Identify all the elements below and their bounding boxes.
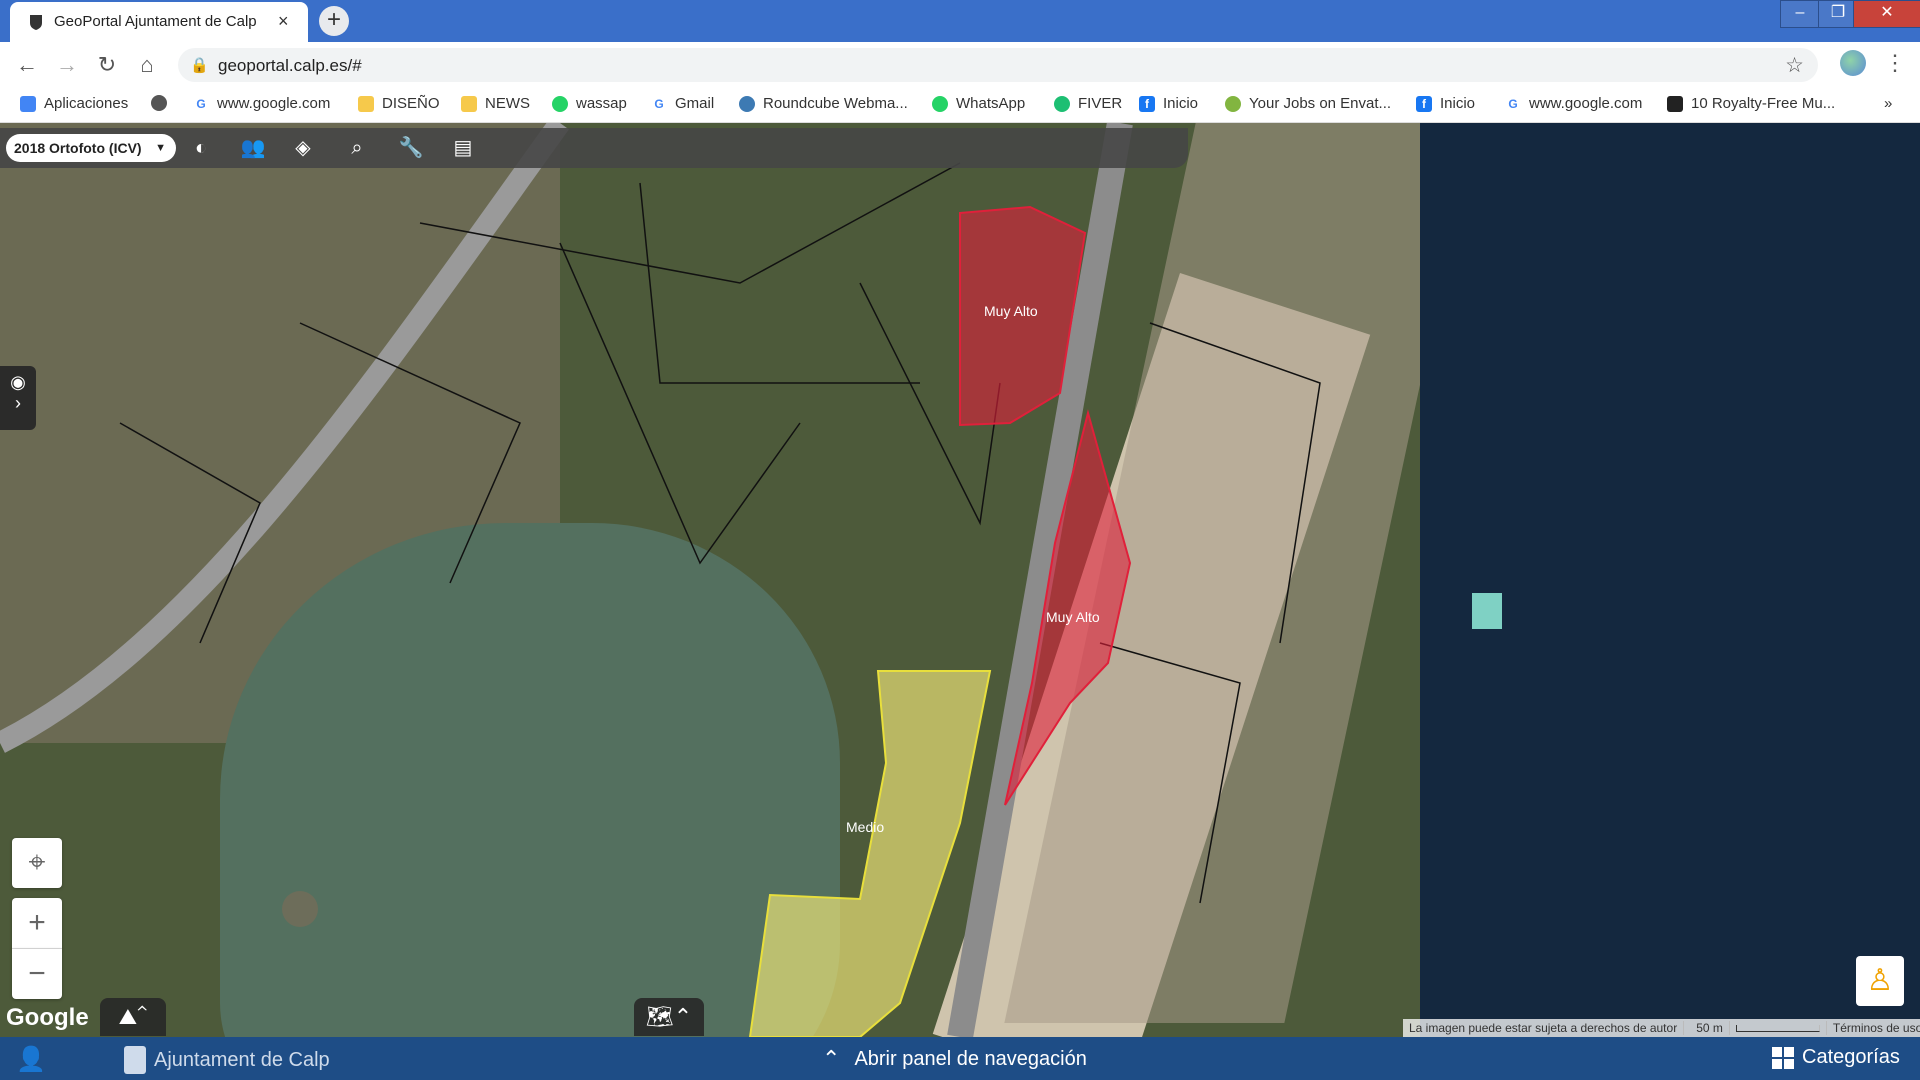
folder-icon (461, 95, 477, 112)
map-print-icon: 🗺 (645, 1004, 674, 1029)
map-attribution: La imagen puede estar sujeta a derechos … (1403, 1019, 1920, 1037)
open-navigation-panel-button[interactable]: ⌃ Abrir panel de navegación (822, 1046, 1087, 1072)
wrench-icon[interactable]: 🔧 (396, 134, 426, 162)
map-toolbar: 2018 Ortofoto (ICV) ▼ ◐ 👥 ◈ ⌕ 🔧 ▤ (0, 128, 1188, 168)
calp-shield-icon (28, 13, 44, 31)
profile-avatar-icon[interactable] (1840, 50, 1866, 76)
globe-icon: ◉ (10, 372, 26, 392)
bookmark-roundcube[interactable]: Roundcube Webma... (739, 95, 908, 112)
tab-title: GeoPortal Ajuntament de Calp (54, 13, 257, 30)
fiverr-icon (1054, 95, 1070, 112)
lock-icon: 🔒 (190, 57, 209, 74)
roundcube-icon (739, 95, 755, 112)
map-zoom-controls: ⌖ + − (12, 838, 62, 999)
whatsapp-icon (932, 95, 948, 112)
facebook-icon: f (1139, 95, 1155, 112)
globe-icon (151, 95, 167, 111)
whatsapp-icon (552, 95, 568, 112)
folder-icon (358, 95, 374, 112)
music-icon (1667, 95, 1683, 112)
chevron-down-icon: ▼ (155, 142, 166, 154)
terms-link[interactable]: Términos de uso (1827, 1021, 1920, 1035)
scale-bar: 50 m (1684, 1021, 1827, 1035)
url-input[interactable]: 🔒 geoportal.calp.es/# ☆ (178, 48, 1818, 82)
map-road-west (0, 123, 569, 753)
bookmark-diseno[interactable]: DISEÑO (358, 95, 440, 112)
bookmark-wassap[interactable]: wassap (552, 95, 627, 112)
zone-medium (748, 670, 992, 1037)
zone-label-very-high-south: Muy Alto (1046, 609, 1100, 625)
layers-icon[interactable]: ◈ (288, 134, 318, 162)
location-pin-icon[interactable]: ⌖ (12, 838, 62, 888)
map-type-toggle-center[interactable]: 🗺⌃ (634, 998, 704, 1036)
bookmark-facebook-2[interactable]: f Inicio (1416, 95, 1475, 112)
browser-titlebar: GeoPortal Ajuntament de Calp × + – ❐ ✕ (0, 0, 1920, 42)
bookmark-star-icon[interactable]: ☆ (1785, 53, 1804, 78)
google-icon: G (1508, 96, 1518, 111)
bookmark-royalty[interactable]: 10 Royalty-Free Mu... (1667, 95, 1835, 112)
contrast-icon[interactable]: ◐ (186, 134, 216, 162)
bookmark-globe[interactable] (151, 95, 175, 111)
home-icon[interactable]: ⌂ (134, 52, 160, 78)
bookmark-whatsapp[interactable]: WhatsApp (932, 95, 1025, 112)
minimize-button[interactable]: – (1780, 0, 1820, 28)
bookmarks-bar: Aplicaciones Gwww.google.com DISEÑO NEWS… (0, 88, 1920, 123)
bookmark-aplicaciones[interactable]: Aplicaciones (20, 95, 128, 112)
zone-label-medium: Medio (846, 819, 885, 835)
chevron-up-icon: ⌃ (822, 1046, 841, 1071)
app-footer: 👤 Ajuntament de Calp ⌃ Abrir panel de nav… (0, 1037, 1920, 1080)
bookmark-google-1[interactable]: Gwww.google.com (193, 95, 330, 112)
categories-button[interactable]: Categorías (1772, 1046, 1900, 1069)
browser-menu-icon[interactable]: ⋮ (1884, 50, 1906, 76)
zoom-in-button[interactable]: + (12, 898, 62, 949)
bookmark-fiver[interactable]: FIVER (1054, 95, 1122, 112)
google-icon: G (654, 96, 664, 111)
apps-grid-icon (20, 95, 36, 112)
street-view-pegman-icon[interactable]: ♙ (1856, 956, 1904, 1006)
restore-button[interactable]: ❐ (1818, 0, 1858, 28)
zone-label-very-high-north: Muy Alto (984, 303, 1038, 319)
bookmark-news[interactable]: NEWS (461, 95, 530, 112)
map-type-toggle-left[interactable]: ⛰⌃ (100, 998, 166, 1036)
user-icon[interactable]: 👤 (16, 1045, 46, 1074)
legend-book-icon[interactable]: ▤ (448, 134, 478, 162)
back-arrow-icon[interactable]: ← (14, 52, 40, 78)
address-bar-row: ← → ↻ ⌂ 🔒 geoportal.calp.es/# ☆ ⋮ (0, 42, 1920, 88)
reload-icon[interactable]: ↻ (94, 52, 120, 78)
side-panel-toggle[interactable]: ◉ › (0, 366, 36, 430)
basemap-layer-select[interactable]: 2018 Ortofoto (ICV) ▼ (6, 134, 176, 162)
basemap-icon: ⛰ (118, 1004, 138, 1029)
attribution-text: La imagen puede estar sujeta a derechos … (1403, 1021, 1685, 1035)
close-window-button[interactable]: ✕ (1853, 0, 1920, 28)
footer-brand[interactable]: Ajuntament de Calp (124, 1046, 330, 1074)
facebook-icon: f (1416, 95, 1432, 112)
scale-bar-graphic (1735, 1025, 1820, 1033)
map-canvas[interactable]: Muy Alto Muy Alto Medio (0, 123, 1920, 1037)
search-list-icon[interactable]: ⌕ (342, 134, 372, 162)
calp-shield-icon (124, 1046, 146, 1074)
forward-arrow-icon[interactable]: → (54, 52, 80, 78)
bookmark-gmail[interactable]: G Gmail (651, 95, 714, 112)
new-tab-button[interactable]: + (319, 6, 349, 36)
bookmark-google-2[interactable]: Gwww.google.com (1505, 95, 1642, 112)
map-parcel-lines (119, 162, 1321, 904)
grid-icon (1772, 1046, 1794, 1069)
browser-tab[interactable]: GeoPortal Ajuntament de Calp × (10, 2, 308, 42)
zoom-out-button[interactable]: − (12, 949, 62, 999)
google-icon: G (196, 96, 206, 111)
url-text: geoportal.calp.es/# (218, 56, 362, 75)
google-logo: Google (6, 1004, 89, 1031)
bookmarks-overflow-button[interactable]: » (1884, 95, 1892, 112)
chevron-right-icon: › (15, 393, 21, 413)
bookmark-facebook-1[interactable]: f Inicio (1139, 95, 1198, 112)
people-layers-icon[interactable]: 👥 (238, 134, 268, 162)
close-tab-icon[interactable]: × (278, 11, 289, 32)
map-floating-platform (1472, 593, 1502, 629)
map-overlay (0, 123, 1502, 1037)
map-islet (282, 891, 318, 927)
bookmark-envato[interactable]: Your Jobs on Envat... (1225, 95, 1391, 112)
envato-icon (1225, 95, 1241, 112)
